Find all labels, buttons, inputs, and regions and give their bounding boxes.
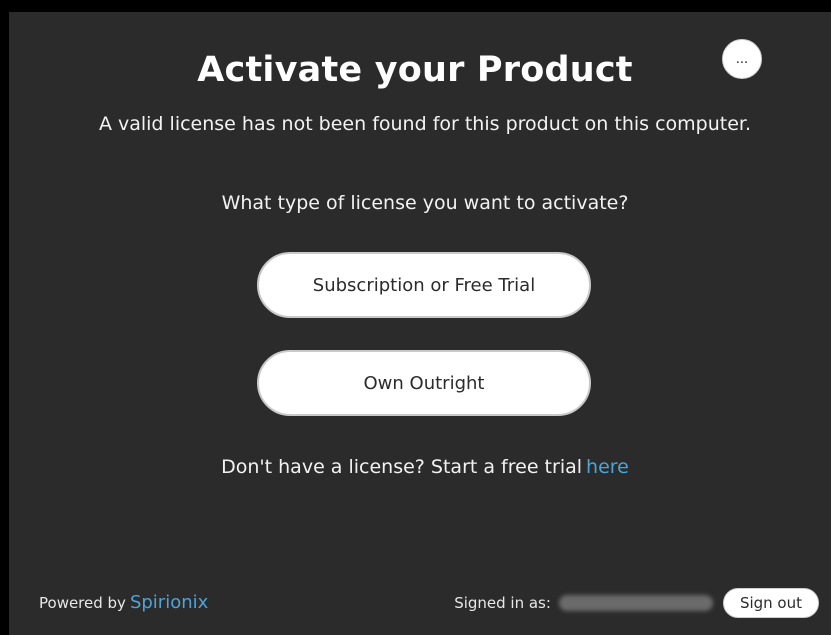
subscription-or-free-trial-button[interactable]: Subscription or Free Trial: [257, 252, 591, 318]
license-not-found-message: A valid license has not been found for t…: [98, 113, 752, 135]
user-email-redacted: [558, 595, 713, 611]
powered-by-label: Powered by: [39, 594, 126, 612]
sign-out-button[interactable]: Sign out: [722, 588, 819, 618]
more-options-button[interactable]: ...: [722, 39, 762, 79]
ellipsis-icon: ...: [735, 51, 749, 67]
free-trial-text: Don't have a license? Start a free trial: [221, 456, 583, 478]
own-outright-button[interactable]: Own Outright: [257, 350, 591, 416]
license-type-question: What type of license you want to activat…: [221, 192, 629, 214]
brand-link[interactable]: Spirionix: [130, 592, 208, 613]
powered-by: Powered by Spirionix: [39, 592, 208, 613]
activation-dialog: Activate your Product ... A valid licens…: [9, 12, 831, 635]
account-status: Signed in as: Sign out: [454, 588, 819, 618]
free-trial-link[interactable]: here: [586, 456, 629, 478]
signed-in-label: Signed in as:: [454, 594, 551, 612]
dialog-title: Activate your Product: [197, 50, 633, 90]
free-trial-prompt: Don't have a license? Start a free trial…: [0, 456, 831, 478]
